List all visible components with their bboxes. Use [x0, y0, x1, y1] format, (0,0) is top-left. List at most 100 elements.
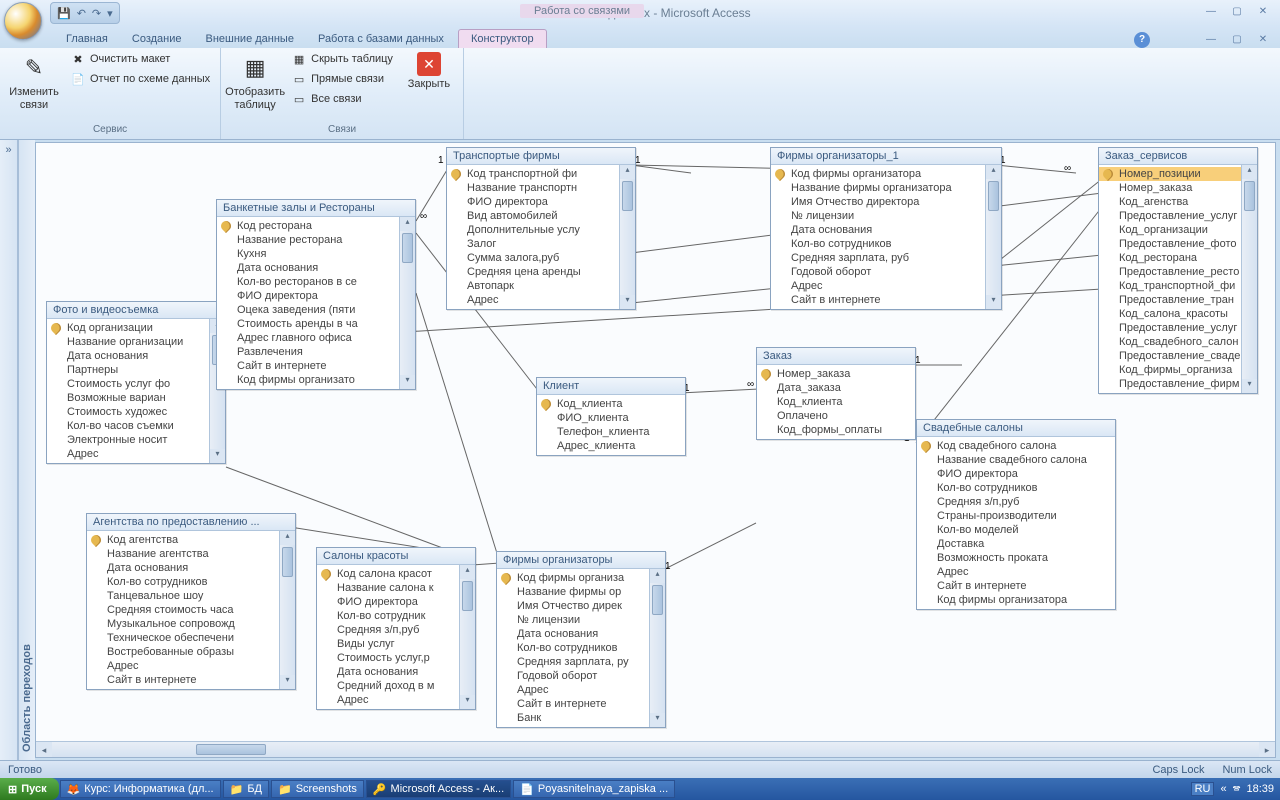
table-field[interactable]: Доставка [917, 537, 1115, 551]
scroll-thumb[interactable] [622, 181, 633, 211]
table-field[interactable]: Сайт в интернете [497, 697, 665, 711]
table-org1[interactable]: Фирмы организаторы_1Код фирмы организато… [770, 147, 1002, 310]
table-field[interactable]: № лицензии [771, 209, 1001, 223]
scroll-down-icon[interactable]: ▾ [400, 375, 415, 389]
table-field[interactable]: Код ресторана [217, 219, 415, 233]
table-field[interactable]: Код_агенства [1099, 195, 1257, 209]
table-field[interactable]: Кол-во сотрудников [497, 641, 665, 655]
table-field[interactable]: Танцевальное шоу [87, 589, 295, 603]
table-field[interactable]: Кол-во сотрудников [917, 481, 1115, 495]
table-field[interactable]: Код_формы_оплаты [757, 423, 915, 437]
table-field[interactable]: Код_ресторана [1099, 251, 1257, 265]
scroll-down-icon[interactable]: ▾ [280, 675, 295, 689]
table-field[interactable]: Кол-во сотрудников [771, 237, 1001, 251]
direct-rel-button[interactable]: ▭Прямые связи [287, 70, 397, 88]
table-field[interactable]: Дата основания [771, 223, 1001, 237]
relationships-canvas[interactable]: 1∞1∞∞11∞11∞∞11 Фото и видеосъемкаКод орг… [35, 142, 1276, 758]
table-field[interactable]: Код_организации [1099, 223, 1257, 237]
table-field[interactable]: Кол-во часов съемки [47, 419, 225, 433]
table-scrollbar[interactable]: ▴▾ [1241, 165, 1257, 393]
table-field[interactable]: ФИО директора [917, 467, 1115, 481]
table-field[interactable]: Код салона красот [317, 567, 475, 581]
table-field[interactable]: Стоимость аренды в ча [217, 317, 415, 331]
scroll-thumb[interactable] [462, 581, 473, 611]
table-field[interactable]: Название свадебного салона [917, 453, 1115, 467]
table-field[interactable]: Предоставление_услуг [1099, 321, 1257, 335]
tab-design[interactable]: Конструктор [458, 29, 547, 48]
maximize-icon[interactable]: ▢ [1226, 6, 1248, 20]
redo-icon[interactable]: ↷ [92, 7, 101, 20]
table-field[interactable]: ФИО директора [217, 289, 415, 303]
table-scrollbar[interactable]: ▴▾ [279, 531, 295, 689]
table-field[interactable]: Код транспортной фи [447, 167, 635, 181]
table-field[interactable]: Средняя з/п,руб [317, 623, 475, 637]
table-field[interactable]: Адрес [447, 293, 635, 307]
table-field[interactable]: Название транспортн [447, 181, 635, 195]
table-field[interactable]: Код фирмы организатора [917, 593, 1115, 607]
table-field[interactable]: Годовой оборот [497, 669, 665, 683]
table-field[interactable]: Номер_заказа [1099, 181, 1257, 195]
relationship-report-button[interactable]: 📄Отчет по схеме данных [66, 70, 214, 88]
table-field[interactable]: Название организации [47, 335, 225, 349]
scroll-down-icon[interactable]: ▾ [650, 713, 665, 727]
taskbar-item[interactable]: 🔑Microsoft Access - Ак... [366, 780, 511, 798]
table-field[interactable]: Код_салона_красоты [1099, 307, 1257, 321]
table-field[interactable]: Адрес [497, 683, 665, 697]
table-field[interactable]: Кол-во ресторанов в се [217, 275, 415, 289]
scroll-up-icon[interactable]: ▴ [460, 565, 475, 579]
table-field[interactable]: Предоставление_тран [1099, 293, 1257, 307]
table-field[interactable]: Оцека заведения (пяти [217, 303, 415, 317]
scroll-up-icon[interactable]: ▴ [650, 569, 665, 583]
save-icon[interactable]: 💾 [57, 7, 71, 20]
table-field[interactable]: Возможность проката [917, 551, 1115, 565]
table-field[interactable]: Код фирмы организа [497, 571, 665, 585]
table-field[interactable]: Предоставление_услуг [1099, 209, 1257, 223]
scroll-up-icon[interactable]: ▴ [986, 165, 1001, 179]
table-field[interactable]: Адрес [47, 447, 225, 461]
scroll-down-icon[interactable]: ▾ [460, 695, 475, 709]
mdi-minimize-icon[interactable]: — [1200, 34, 1222, 48]
table-field[interactable]: Виды услуг [317, 637, 475, 651]
table-header[interactable]: Заказ [757, 348, 915, 365]
table-header[interactable]: Фирмы организаторы [497, 552, 665, 569]
show-table-button[interactable]: ▦ Отобразить таблицу [227, 50, 283, 113]
table-field[interactable]: Электронные носит [47, 433, 225, 447]
language-indicator[interactable]: RU [1191, 782, 1215, 796]
scroll-down-icon[interactable]: ▾ [620, 295, 635, 309]
table-field[interactable]: ФИО_клиента [537, 411, 685, 425]
tab-db-tools[interactable]: Работа с базами данных [306, 30, 456, 48]
table-field[interactable]: Код агентства [87, 533, 295, 547]
mdi-close-icon[interactable]: ✕ [1252, 34, 1274, 48]
table-scrollbar[interactable]: ▴▾ [399, 217, 415, 389]
table-field[interactable]: Кухня [217, 247, 415, 261]
table-field[interactable]: Сайт в интернете [771, 293, 1001, 307]
table-field[interactable]: Средняя зарплата, ру [497, 655, 665, 669]
table-field[interactable]: Название агентства [87, 547, 295, 561]
table-field[interactable]: Востребованные образы [87, 645, 295, 659]
table-field[interactable]: Кол-во моделей [917, 523, 1115, 537]
table-field[interactable]: Средняя зарплата, руб [771, 251, 1001, 265]
table-field[interactable]: Страны-производители [917, 509, 1115, 523]
table-field[interactable]: ФИО директора [317, 595, 475, 609]
table-field[interactable]: Партнеры [47, 363, 225, 377]
scroll-down-icon[interactable]: ▾ [210, 449, 225, 463]
table-field[interactable]: Дата_заказа [757, 381, 915, 395]
scroll-thumb[interactable] [402, 233, 413, 263]
taskbar-item[interactable]: 📁Screenshots [271, 780, 364, 798]
scroll-right-icon[interactable]: ▸ [1259, 742, 1275, 757]
table-field[interactable]: Вид автомобилей [447, 209, 635, 223]
taskbar-item[interactable]: 📁БД [223, 780, 269, 798]
table-header[interactable]: Свадебные салоны [917, 420, 1115, 437]
table-field[interactable]: Название фирмы ор [497, 585, 665, 599]
table-field[interactable]: Номер_заказа [757, 367, 915, 381]
table-field[interactable]: Телефон_клиента [537, 425, 685, 439]
table-field[interactable]: Дополнительные услу [447, 223, 635, 237]
hide-table-button[interactable]: ▦Скрыть таблицу [287, 50, 397, 68]
table-banket[interactable]: Банкетные залы и РестораныКод ресторанаН… [216, 199, 416, 390]
undo-icon[interactable]: ↶ [77, 7, 86, 20]
close-icon[interactable]: ✕ [1252, 6, 1274, 20]
start-button[interactable]: ⊞Пуск [0, 778, 59, 800]
table-field[interactable]: Номер_позиции [1099, 167, 1257, 181]
table-field[interactable]: Техническое обеспечени [87, 631, 295, 645]
table-field[interactable]: Стоимость художес [47, 405, 225, 419]
